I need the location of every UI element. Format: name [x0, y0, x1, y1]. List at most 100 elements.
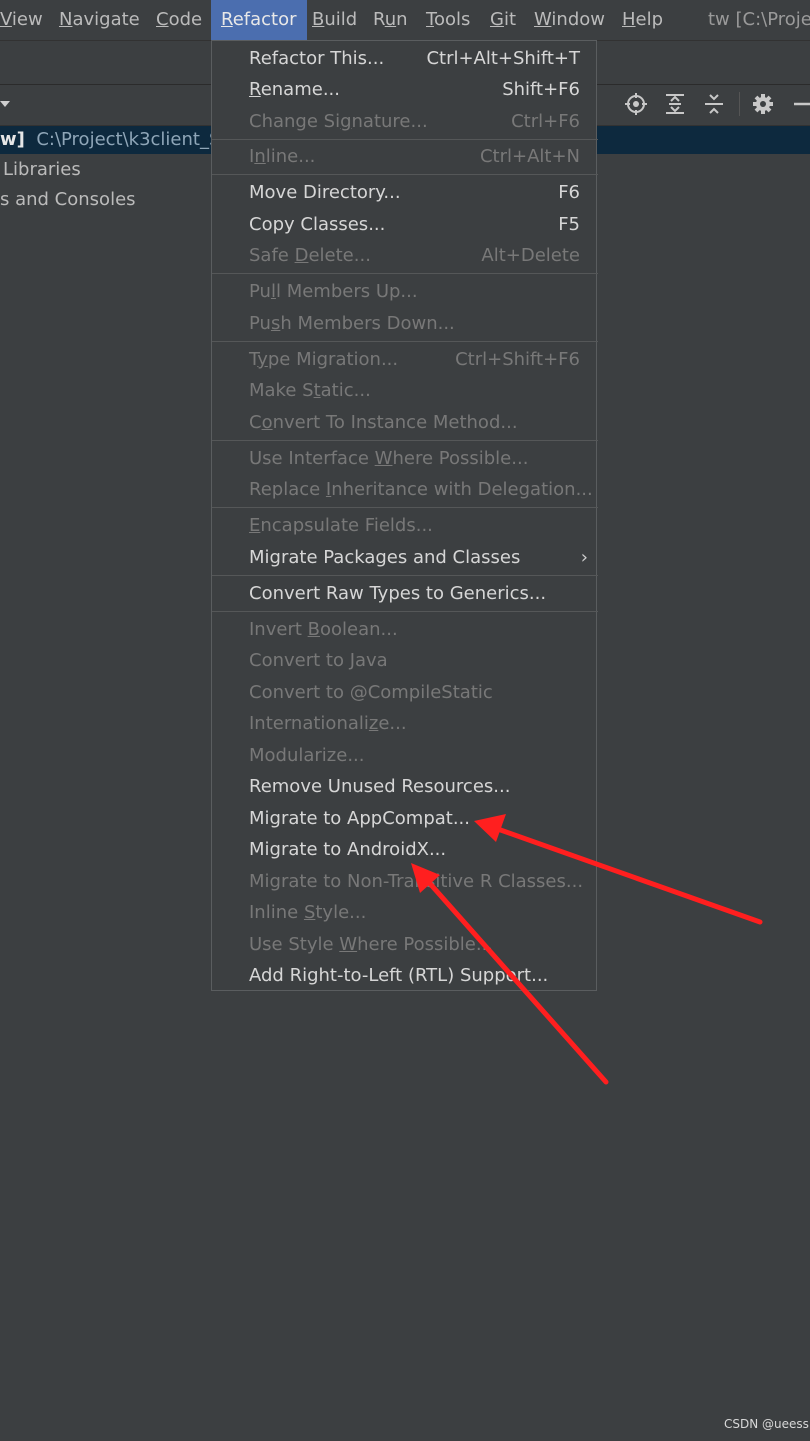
minimize-icon[interactable] [790, 92, 810, 116]
menu-item: Inline Style... [212, 897, 598, 928]
menu-git[interactable]: Git [490, 0, 516, 40]
menu-item-label: Convert Raw Types to Generics... [249, 583, 547, 604]
project-path: C:\Project\k3client_S [36, 129, 221, 150]
toolbar-separator [739, 92, 740, 116]
menu-separator [212, 611, 598, 612]
menu-item-label: Migrate to Non-Transitive R Classes... [249, 871, 584, 892]
menu-item: Make Static... [212, 375, 598, 406]
menu-item-label: Add Right-to-Left (RTL) Support... [249, 965, 549, 986]
menu-separator [212, 139, 598, 140]
menu-item-label: Inline Style... [249, 902, 367, 923]
menu-item: Convert to @CompileStatic [212, 677, 598, 708]
menu-item[interactable]: Migrate to AndroidX... [212, 834, 598, 865]
menu-item-label: Change Signature... [249, 111, 428, 132]
menu-item[interactable]: Convert Raw Types to Generics... [212, 578, 598, 609]
gear-icon[interactable] [751, 92, 775, 116]
menu-item: Modularize... [212, 740, 598, 771]
menu-item: Push Members Down... [212, 308, 598, 339]
menu-item: Encapsulate Fields... [212, 510, 598, 541]
menu-item-label: Replace Inheritance with Delegation... [249, 479, 593, 500]
menu-item: Safe Delete... Alt+Delete [212, 240, 598, 271]
menu-item-shortcut: Ctrl+Shift+F6 [455, 349, 580, 370]
menu-separator [212, 440, 598, 441]
menu-item-label: Invert Boolean... [249, 619, 398, 640]
menu-tools[interactable]: Tools [426, 0, 470, 40]
menu-help[interactable]: Help [622, 0, 663, 40]
menu-item-label: Internationalize... [249, 713, 407, 734]
menu-item-shortcut: Ctrl+Alt+Shift+T [426, 48, 580, 69]
menu-item[interactable]: Remove Unused Resources... [212, 771, 598, 802]
menubar: View Navigate Code Refactor Build Run To… [0, 0, 810, 41]
menu-item: Migrate to Non-Transitive R Classes... [212, 866, 598, 897]
menu-item-label: Push Members Down... [249, 313, 455, 334]
menu-separator [212, 575, 598, 576]
menu-item: Pull Members Up... [212, 276, 598, 307]
menu-item-label: Safe Delete... [249, 245, 371, 266]
menu-item: Use Interface Where Possible... [212, 443, 598, 474]
menu-item-label: Use Interface Where Possible... [249, 448, 529, 469]
menu-run[interactable]: Run [373, 0, 408, 40]
menu-item-shortcut: Ctrl+Alt+N [479, 146, 580, 167]
menu-item-label: Migrate Packages and Classes [249, 547, 521, 568]
menu-item: Use Style Where Possible... [212, 929, 598, 960]
menu-item-label: Use Style Where Possible... [249, 934, 494, 955]
menu-item-label: Migrate to AppCompat... [249, 808, 470, 829]
menu-item[interactable]: Refactor This... Ctrl+Alt+Shift+T [212, 43, 598, 74]
menu-item: Change Signature... Ctrl+F6 [212, 106, 598, 137]
menu-item-label: Make Static... [249, 380, 371, 401]
menu-view[interactable]: View [0, 0, 43, 40]
menu-item: Convert to Java [212, 645, 598, 676]
menu-item-label: Migrate to AndroidX... [249, 839, 447, 860]
menu-separator [212, 507, 598, 508]
menu-item-shortcut: Ctrl+F6 [511, 111, 580, 132]
menu-item-label: Remove Unused Resources... [249, 776, 511, 797]
menu-item: Internationalize... [212, 708, 598, 739]
watermark: CSDN @ueess [724, 1417, 809, 1431]
menu-build[interactable]: Build [312, 0, 357, 40]
menu-navigate[interactable]: Navigate [59, 0, 140, 40]
tree-row-scratches[interactable]: s and Consoles [0, 185, 136, 215]
menu-code[interactable]: Code [156, 0, 202, 40]
menu-item-shortcut: F6 [558, 182, 580, 203]
menu-item-label: Copy Classes... [249, 214, 386, 235]
tree-row-project[interactable]: w] C:\Project\k3client_S [0, 125, 220, 155]
menu-item-label: Type Migration... [249, 349, 399, 370]
menu-refactor[interactable]: Refactor [211, 0, 307, 40]
expand-all-icon[interactable] [663, 92, 687, 116]
menu-item[interactable]: Add Right-to-Left (RTL) Support... [212, 960, 598, 991]
menu-item-shortcut: F5 [558, 214, 580, 235]
menu-item-label: Inline... [249, 146, 316, 167]
menu-item-label: Modularize... [249, 745, 365, 766]
project-name: w] [0, 129, 25, 150]
menu-item-label: Convert to Java [249, 650, 388, 671]
menu-item-label: Convert To Instance Method... [249, 412, 518, 433]
menu-item[interactable]: Migrate Packages and Classes › [212, 542, 598, 573]
chevron-down-icon[interactable] [0, 101, 10, 107]
menu-item-label: Encapsulate Fields... [249, 515, 433, 536]
refactor-menu: Refactor This... Ctrl+Alt+Shift+T Rename..… [211, 40, 598, 991]
menu-item[interactable]: Copy Classes... F5 [212, 209, 598, 240]
tree-row-libraries[interactable]: Libraries [0, 155, 81, 185]
menu-item: Replace Inheritance with Delegation... [212, 474, 598, 505]
menu-window[interactable]: Window [534, 0, 605, 40]
window-title: tw [C:\Projec [708, 9, 810, 30]
menu-item-shortcut: Alt+Delete [481, 245, 580, 266]
menu-separator [212, 174, 598, 175]
menu-item-shortcut: Shift+F6 [502, 79, 580, 100]
menu-item: Type Migration... Ctrl+Shift+F6 [212, 344, 598, 375]
menu-item[interactable]: Rename... Shift+F6 [212, 74, 598, 105]
menu-item-label: Rename... [249, 79, 340, 100]
crosshair-icon[interactable] [624, 92, 648, 116]
menu-separator [212, 341, 598, 342]
menu-item[interactable]: Migrate to AppCompat... [212, 803, 598, 834]
menu-item-label: Convert to @CompileStatic [249, 682, 493, 703]
menu-item-label: Refactor This... [249, 48, 385, 69]
menu-item: Inline... Ctrl+Alt+N [212, 141, 598, 172]
collapse-all-icon[interactable] [702, 92, 726, 116]
menu-item-label: Pull Members Up... [249, 281, 418, 302]
chevron-right-icon: › [580, 547, 588, 568]
menu-item: Convert To Instance Method... [212, 407, 598, 438]
menu-item: Invert Boolean... [212, 614, 598, 645]
menu-item[interactable]: Move Directory... F6 [212, 177, 598, 208]
menu-item-label: Move Directory... [249, 182, 401, 203]
